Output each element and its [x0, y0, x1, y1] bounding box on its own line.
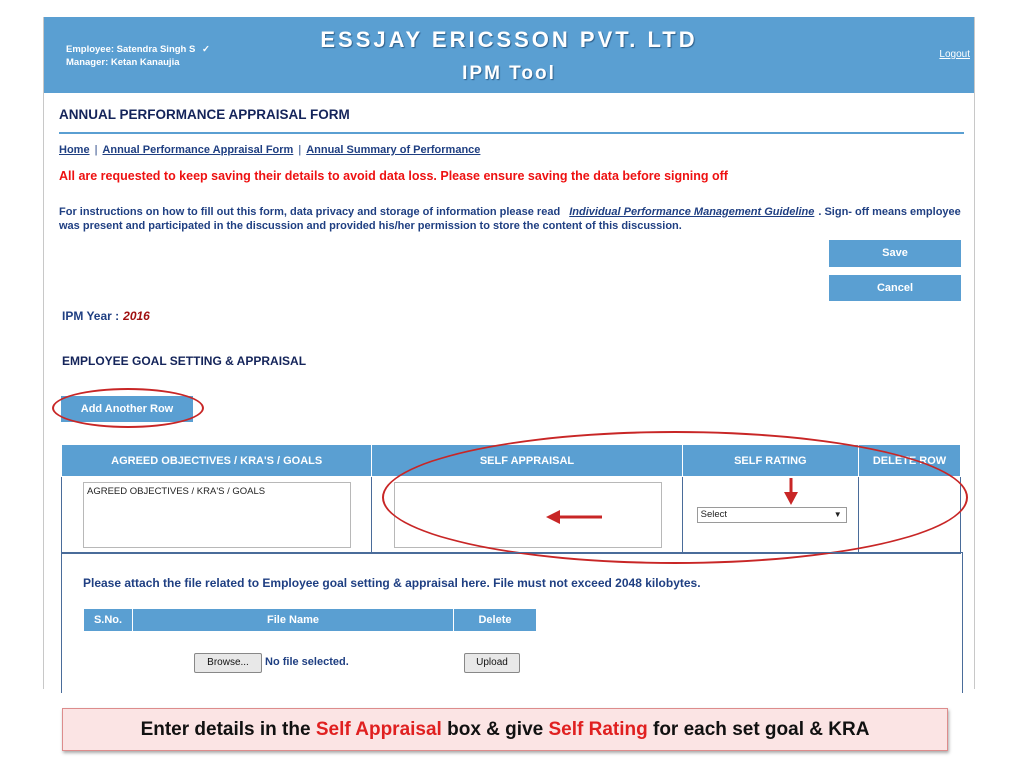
- attachments-table: S.No. File Name Delete: [83, 608, 537, 632]
- col-objectives: AGREED OBJECTIVES / KRA'S / GOALS: [60, 444, 373, 477]
- upload-button[interactable]: Upload: [464, 653, 520, 673]
- no-file-label: No file selected.: [265, 656, 349, 668]
- col-delete: Delete: [453, 608, 537, 632]
- instruction-caption: Enter details in the Self Appraisal box …: [62, 708, 948, 751]
- instructions-before: For instructions on how to fill out this…: [59, 206, 561, 218]
- browse-button[interactable]: Browse...: [194, 653, 262, 673]
- highlight-oval-add-row: [52, 388, 204, 428]
- caption-highlight-self-appraisal: Self Appraisal: [315, 719, 442, 740]
- col-sno: S.No.: [83, 608, 133, 632]
- col-file-name: File Name: [132, 608, 454, 632]
- breadcrumb-annual-summary[interactable]: Annual Summary of Performance: [306, 144, 480, 156]
- company-name: ESSJAY ERICSSON PVT. LTD: [320, 27, 698, 52]
- title-divider: [59, 132, 964, 134]
- breadcrumb-appraisal-form[interactable]: Annual Performance Appraisal Form: [102, 144, 293, 156]
- guideline-link[interactable]: Individual Performance Management Guidel…: [569, 206, 814, 218]
- save-warning: All are requested to keep saving their d…: [59, 169, 728, 183]
- objectives-cell: AGREED OBJECTIVES / KRA'S / GOALS: [60, 476, 373, 554]
- page-title: ANNUAL PERFORMANCE APPRAISAL FORM: [59, 107, 350, 122]
- breadcrumb: Home | Annual Performance Appraisal Form | A…: [59, 144, 481, 156]
- logout-link[interactable]: Logout: [939, 49, 970, 60]
- ipm-year-value: 2016: [123, 309, 150, 323]
- instructions-text: For instructions on how to fill out this…: [59, 205, 964, 233]
- caption-text-1: Enter details in the: [140, 719, 316, 740]
- breadcrumb-home[interactable]: Home: [59, 144, 90, 156]
- highlight-oval-appraisal: [382, 431, 968, 564]
- cancel-button[interactable]: Cancel: [829, 275, 961, 301]
- save-button[interactable]: Save: [829, 240, 961, 267]
- tool-name: IPM Tool: [462, 63, 556, 84]
- caption-text-2: box & give: [441, 719, 549, 740]
- app-header: Employee: Satendra Singh S ✓ Manager: Ke…: [44, 17, 974, 93]
- attachment-instructions: Please attach the file related to Employ…: [83, 576, 701, 590]
- ipm-year: IPM Year :2016: [62, 309, 150, 323]
- section-title: EMPLOYEE GOAL SETTING & APPRAISAL: [62, 354, 307, 368]
- caption-highlight-self-rating: Self Rating: [548, 719, 648, 740]
- ipm-year-label: IPM Year :: [62, 309, 120, 323]
- app-frame: Employee: Satendra Singh S ✓ Manager: Ke…: [43, 17, 975, 693]
- attachments-panel: Please attach the file related to Employ…: [61, 552, 963, 693]
- caption-text-3: for each set goal & KRA: [647, 719, 870, 740]
- objectives-textarea[interactable]: AGREED OBJECTIVES / KRA'S / GOALS: [83, 482, 351, 548]
